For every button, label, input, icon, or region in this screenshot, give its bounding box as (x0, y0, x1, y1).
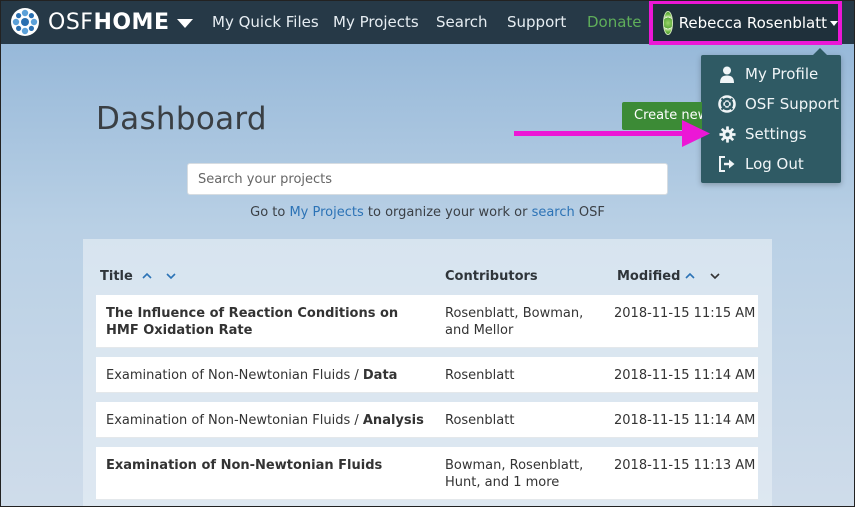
gear-icon (717, 124, 737, 144)
project-modified: 2018-11-15 11:13 AM (614, 458, 756, 473)
project-title-bold: Examination of Non-Newtonian Fluids (106, 458, 383, 473)
menu-item-label: Settings (745, 125, 807, 143)
user-name: Rebecca Rosenblatt (678, 13, 827, 32)
column-header-contributors: Contributors (445, 269, 538, 284)
osf-home-brand[interactable]: OSFHOME (10, 0, 194, 44)
project-title-prefix: Examination of Non-Newtonian Fluids / (106, 413, 363, 428)
nav-my-quick-files[interactable]: My Quick Files (212, 0, 319, 44)
sign-out-icon (717, 154, 737, 174)
project-contributors: Bowman, Rosenblatt, Hunt, and 1 more (445, 458, 584, 490)
table-row[interactable]: The Influence of Reaction Conditions on … (96, 295, 758, 348)
page-title: Dashboard (96, 101, 267, 137)
column-header-title: Title (100, 269, 133, 284)
search-projects-input[interactable] (187, 163, 668, 195)
annotation-arrow-icon (514, 120, 710, 147)
lifebuoy-icon (717, 94, 737, 114)
nav-my-projects[interactable]: My Projects (333, 0, 419, 44)
goto-help-text: Go to My Projects to organize your work … (0, 205, 855, 220)
top-navbar: OSFHOME My Quick Files My Projects Searc… (0, 0, 855, 45)
project-modified: 2018-11-15 11:14 AM (614, 368, 756, 383)
project-contributors: Rosenblatt (445, 413, 515, 428)
nav-donate[interactable]: Donate (587, 0, 642, 44)
osf-logo-icon (11, 8, 39, 36)
table-row[interactable]: Examination of Non-Newtonian Fluids Bowm… (96, 447, 758, 500)
menu-item-label: My Profile (745, 65, 819, 83)
menu-item-log-out[interactable]: Log Out (701, 149, 804, 179)
column-header-modified: Modified (617, 269, 681, 284)
search-osf-link[interactable]: search (532, 205, 575, 220)
sort-ascending-icon[interactable] (684, 270, 696, 282)
caret-down-icon (830, 21, 838, 26)
menu-item-label: OSF Support (745, 95, 840, 113)
table-row[interactable]: Examination of Non-Newtonian Fluids / An… (96, 402, 758, 438)
project-contributors: Rosenblatt, Bowman, and Mellor (445, 306, 584, 338)
sort-descending-icon[interactable] (165, 270, 177, 282)
user-icon (717, 64, 737, 84)
project-title[interactable]: The Influence of Reaction Conditions on … (106, 305, 426, 339)
goto-text-suffix: OSF (574, 205, 605, 220)
sort-ascending-icon[interactable] (141, 270, 153, 282)
goto-text-prefix: Go to (250, 205, 290, 220)
project-modified: 2018-11-15 11:14 AM (614, 413, 756, 428)
user-dropdown-menu: My Profile OSF Support Settings Log Out (701, 48, 841, 183)
brand-text: OSFHOME (48, 10, 169, 35)
table-row[interactable]: Examination of Non-Newtonian Fluids / Da… (96, 357, 758, 393)
project-title-bold: Analysis (362, 413, 424, 428)
my-projects-link[interactable]: My Projects (289, 205, 363, 220)
project-title-prefix: Examination of Non-Newtonian Fluids / (106, 368, 363, 383)
project-title[interactable]: Examination of Non-Newtonian Fluids / An… (106, 412, 466, 429)
nav-search[interactable]: Search (436, 0, 488, 44)
avatar (663, 10, 673, 35)
project-modified: 2018-11-15 11:15 AM (614, 306, 756, 321)
menu-item-osf-support[interactable]: OSF Support (701, 89, 839, 119)
menu-item-my-profile[interactable]: My Profile (701, 59, 818, 89)
menu-item-label: Log Out (745, 155, 804, 173)
project-title[interactable]: Examination of Non-Newtonian Fluids / Da… (106, 367, 466, 384)
project-contributors: Rosenblatt (445, 368, 515, 383)
brand-text-bold: HOME (93, 9, 170, 35)
brand-text-light: OSF (48, 9, 94, 35)
caret-down-icon[interactable] (177, 19, 194, 28)
project-title-bold: Data (362, 368, 398, 383)
nav-support[interactable]: Support (507, 0, 566, 44)
project-title-bold: The Influence of Reaction Conditions on … (106, 306, 399, 338)
goto-text-middle: to organize your work or (363, 205, 532, 220)
project-title[interactable]: Examination of Non-Newtonian Fluids (106, 457, 426, 474)
user-menu-toggle[interactable]: Rebecca Rosenblatt (649, 0, 842, 45)
sort-descending-icon[interactable] (709, 270, 721, 282)
menu-item-settings[interactable]: Settings (701, 119, 807, 149)
